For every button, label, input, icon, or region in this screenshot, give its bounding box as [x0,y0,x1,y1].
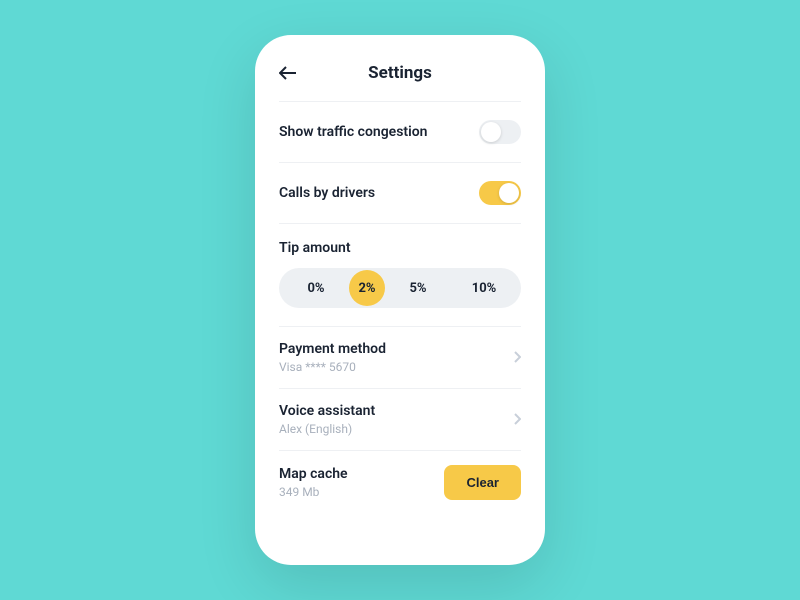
tip-segmented: 0% 2% 5% 10% [279,268,521,308]
cache-row: Map cache 349 Mb Clear [279,451,521,514]
chevron-right-icon [513,348,521,367]
chevron-right-icon [513,410,521,429]
page-title: Settings [279,63,521,83]
traffic-row: Show traffic congestion [279,102,521,162]
voice-text: Voice assistant Alex (English) [279,403,375,436]
calls-row: Calls by drivers [279,163,521,223]
settings-screen: Settings Show traffic congestion Calls b… [255,35,545,565]
calls-label: Calls by drivers [279,185,375,201]
tip-option-5[interactable]: 5% [385,273,451,304]
payment-text: Payment method Visa **** 5670 [279,341,386,374]
calls-toggle[interactable] [479,181,521,205]
tip-title: Tip amount [279,240,521,256]
tip-section: Tip amount 0% 2% 5% 10% [279,224,521,326]
toggle-knob [499,183,519,203]
tip-option-0[interactable]: 0% [283,273,349,304]
cache-title: Map cache [279,466,348,482]
tip-option-2[interactable]: 2% [349,270,385,306]
header: Settings [279,63,521,101]
toggle-knob [481,122,501,142]
traffic-toggle[interactable] [479,120,521,144]
voice-row[interactable]: Voice assistant Alex (English) [279,389,521,450]
payment-value: Visa **** 5670 [279,360,386,374]
cache-text: Map cache 349 Mb [279,466,348,499]
payment-row[interactable]: Payment method Visa **** 5670 [279,327,521,388]
cache-value: 349 Mb [279,485,348,499]
tip-option-10[interactable]: 10% [451,273,517,304]
payment-title: Payment method [279,341,386,357]
voice-value: Alex (English) [279,422,375,436]
traffic-label: Show traffic congestion [279,124,428,140]
voice-title: Voice assistant [279,403,375,419]
clear-button[interactable]: Clear [444,465,521,500]
